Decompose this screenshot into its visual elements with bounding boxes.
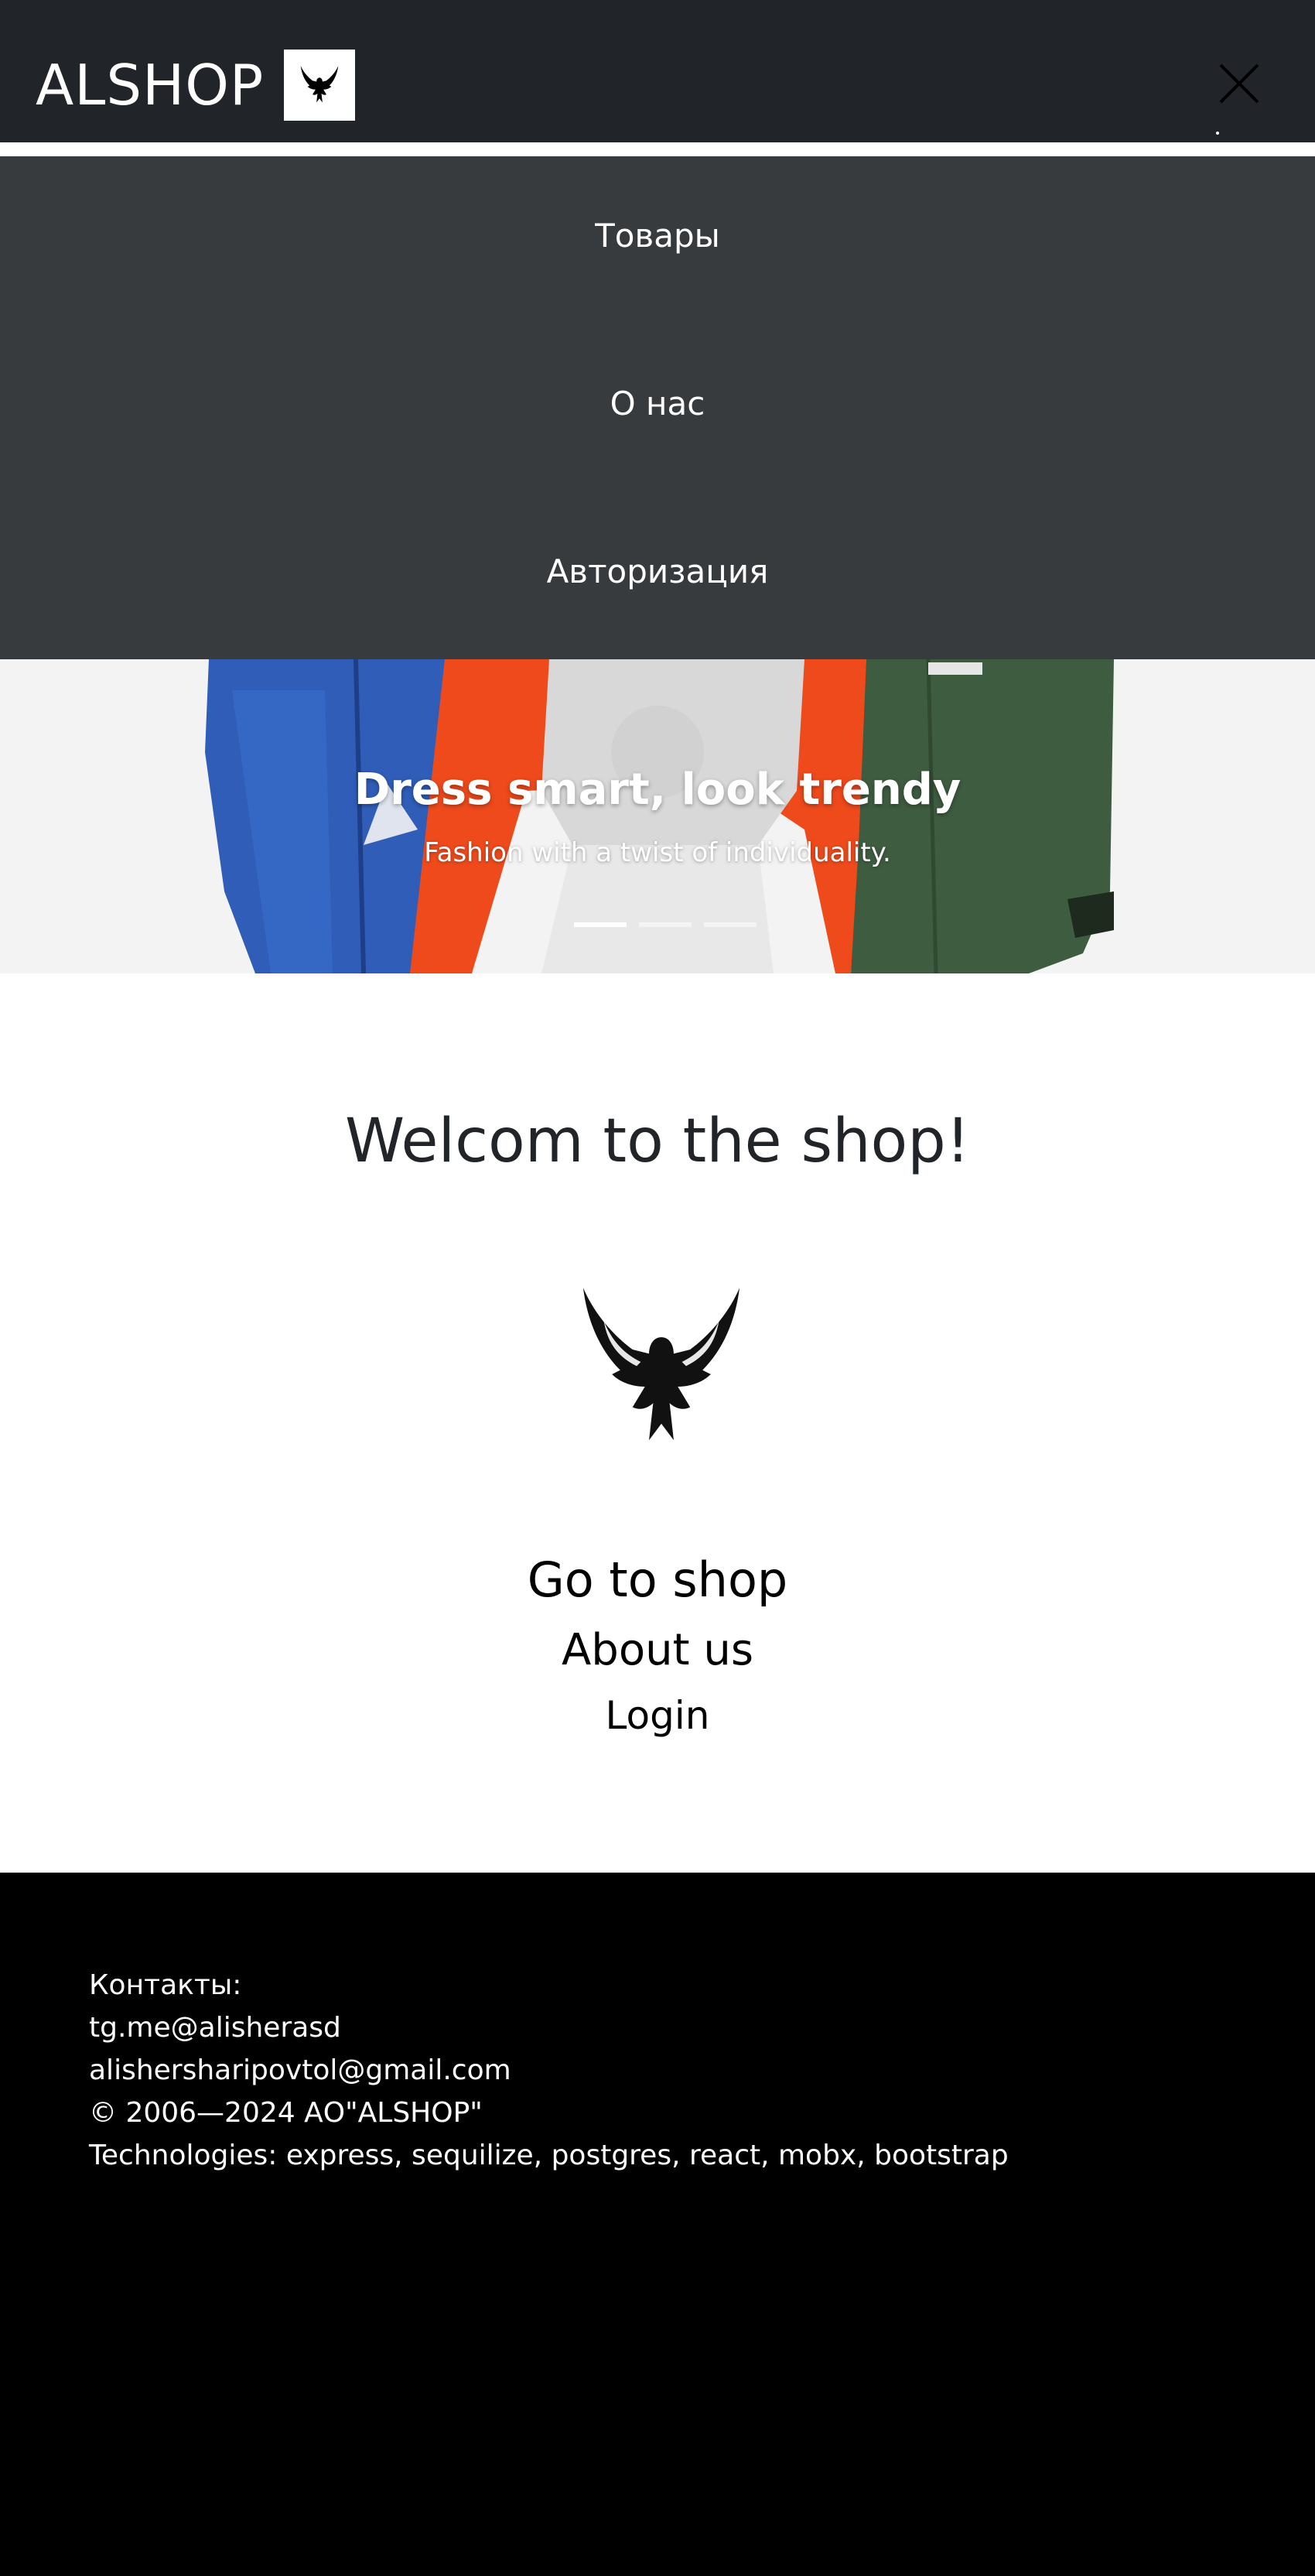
dot-decoration	[1216, 132, 1219, 135]
carousel-indicator-2[interactable]	[639, 922, 692, 927]
close-menu-button[interactable]	[1207, 56, 1272, 111]
footer-copyright: © 2006—2024 АО"ALSHOP"	[89, 2097, 483, 2129]
carousel-indicator-3[interactable]	[704, 922, 757, 927]
brand-name[interactable]: ALSHOP	[36, 57, 264, 113]
footer-technologies: Technologies: express, sequilize, postgr…	[89, 2140, 1009, 2171]
footer-contacts-label: Контакты:	[89, 1969, 242, 2001]
go-to-shop-link[interactable]: Go to shop	[0, 1551, 1315, 1608]
hero-carousel[interactable]: Dress smart, look trendy Fashion with a …	[0, 659, 1315, 973]
about-us-link[interactable]: About us	[0, 1625, 1315, 1675]
nav-menu: Товары О нас Авторизация	[0, 156, 1315, 659]
welcome-heading: Welcom to the shop!	[344, 1107, 971, 1176]
carousel-subtitle: Fashion with a twist of individuality.	[424, 837, 891, 868]
eagle-icon	[284, 50, 356, 121]
footer-email: alishersharipovtol@gmail.com	[89, 2054, 511, 2086]
footer-telegram: tg.me@alisherasd	[89, 2012, 341, 2044]
menu-item-about[interactable]: О нас	[0, 385, 1315, 422]
carousel-indicator-1[interactable]	[574, 922, 627, 927]
menu-item-auth[interactable]: Авторизация	[0, 552, 1315, 590]
close-icon[interactable]	[1218, 62, 1261, 105]
eagle-icon	[558, 1275, 764, 1464]
footer: Контакты: tg.me@alisherasd alishersharip…	[0, 1873, 1315, 2576]
menu-item-products[interactable]: Товары	[0, 217, 1315, 255]
brand[interactable]: ALSHOP	[36, 50, 356, 121]
login-link[interactable]: Login	[0, 1693, 1315, 1738]
navbar: ALSHOP	[0, 0, 1315, 142]
carousel-title: Dress smart, look trendy	[354, 765, 961, 815]
header-divider	[0, 142, 1315, 156]
